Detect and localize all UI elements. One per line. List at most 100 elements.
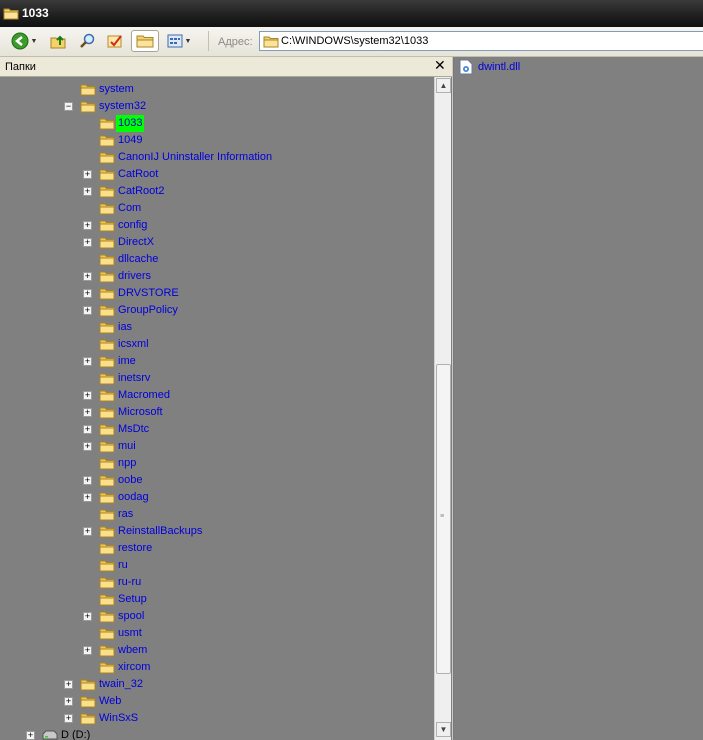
tree-item-label: WinSxS: [99, 712, 139, 724]
close-icon[interactable]: ✕: [434, 57, 446, 74]
tree-item[interactable]: icsxml: [0, 336, 430, 353]
tree-item[interactable]: + Microsoft: [0, 404, 430, 421]
drive-icon: [42, 729, 58, 740]
tree-item[interactable]: system: [0, 81, 430, 98]
tree-item-label: Web: [99, 695, 122, 707]
tree-item-label: ras: [118, 508, 134, 520]
vertical-scrollbar[interactable]: ▲ ≡ ▼: [434, 77, 451, 740]
expand-icon[interactable]: +: [83, 357, 92, 366]
tree-item[interactable]: + mui: [0, 438, 430, 455]
expand-icon[interactable]: +: [83, 272, 92, 281]
tree-item[interactable]: + oodag: [0, 489, 430, 506]
expand-icon[interactable]: +: [83, 238, 92, 247]
back-button[interactable]: ▼: [5, 30, 43, 52]
address-bar[interactable]: C:\WINDOWS\system32\1033: [259, 31, 703, 51]
expand-icon[interactable]: +: [83, 306, 92, 315]
chevron-down-icon[interactable]: ▼: [31, 38, 38, 45]
up-folder-icon: [50, 35, 66, 49]
expand-icon[interactable]: +: [83, 476, 92, 485]
chevron-down-icon[interactable]: ▼: [185, 38, 192, 45]
scroll-up-button[interactable]: ▲: [436, 78, 451, 93]
expand-icon[interactable]: +: [83, 187, 92, 196]
tree-item[interactable]: Com: [0, 200, 430, 217]
folders-icon: [136, 35, 154, 48]
search-icon: [80, 33, 95, 48]
tree-item-label: Com: [118, 202, 142, 214]
tree-item[interactable]: ias: [0, 319, 430, 336]
tree-item-label: DirectX: [118, 236, 155, 248]
scroll-thumb[interactable]: ≡: [436, 364, 451, 674]
tree-item[interactable]: inetsrv: [0, 370, 430, 387]
tree-item[interactable]: + WinSxS: [0, 710, 430, 727]
tree-item[interactable]: ras: [0, 506, 430, 523]
address-input[interactable]: C:\WINDOWS\system32\1033: [281, 35, 428, 47]
tree-item[interactable]: + oobe: [0, 472, 430, 489]
tree-item[interactable]: + DirectX: [0, 234, 430, 251]
tree-item[interactable]: + GroupPolicy: [0, 302, 430, 319]
back-icon: [11, 32, 29, 50]
tree-item[interactable]: dllcache: [0, 251, 430, 268]
tree-item[interactable]: usmt: [0, 625, 430, 642]
expand-icon[interactable]: +: [64, 680, 73, 689]
tree-item-label: system: [99, 83, 134, 95]
folders-button[interactable]: [131, 30, 159, 52]
tree-item[interactable]: + spool: [0, 608, 430, 625]
file-list-pane: dwintl.dll: [454, 57, 703, 740]
tree-item[interactable]: restore: [0, 540, 430, 557]
tree-item[interactable]: + DRVSTORE: [0, 285, 430, 302]
folder-icon: [3, 6, 19, 23]
tree-item[interactable]: + ime: [0, 353, 430, 370]
tree-item[interactable]: npp: [0, 455, 430, 472]
tree-item-label: oobe: [118, 474, 143, 486]
scroll-down-button[interactable]: ▼: [436, 722, 451, 737]
expand-icon[interactable]: +: [26, 731, 35, 740]
dll-file-icon: [459, 59, 473, 75]
tree-item[interactable]: + wbem: [0, 642, 430, 659]
expand-icon[interactable]: +: [83, 408, 92, 417]
expand-icon[interactable]: +: [83, 391, 92, 400]
tree-item[interactable]: + MsDtc: [0, 421, 430, 438]
tree-item[interactable]: Setup: [0, 591, 430, 608]
folders-pane-title: Папки: [5, 61, 36, 73]
tree-item[interactable]: CanonIJ Uninstaller Information: [0, 149, 430, 166]
tree-item[interactable]: + D (D:): [0, 727, 430, 740]
tree-item-label: twain_32: [99, 678, 144, 690]
tree-item[interactable]: 1033: [0, 115, 430, 132]
expand-icon[interactable]: +: [83, 170, 92, 179]
expand-icon[interactable]: +: [83, 493, 92, 502]
collapse-icon[interactable]: −: [64, 102, 73, 111]
expand-icon[interactable]: +: [83, 425, 92, 434]
tree-item-label: MsDtc: [118, 423, 150, 435]
tree-item[interactable]: + Macromed: [0, 387, 430, 404]
tree-item[interactable]: 1049: [0, 132, 430, 149]
tree-item-label: icsxml: [118, 338, 149, 350]
views-button[interactable]: ▼: [163, 30, 195, 52]
tree-item-label: inetsrv: [118, 372, 151, 384]
tree-item[interactable]: + CatRoot: [0, 166, 430, 183]
search-button[interactable]: [77, 30, 99, 52]
expand-icon[interactable]: +: [83, 221, 92, 230]
tree-item[interactable]: + Web: [0, 693, 430, 710]
expand-icon[interactable]: +: [64, 714, 73, 723]
expand-icon[interactable]: +: [83, 612, 92, 621]
expand-icon[interactable]: +: [83, 442, 92, 451]
tree-item-label: oodag: [118, 491, 149, 503]
tree-item-label: ias: [118, 321, 133, 333]
favorites-button[interactable]: [104, 30, 126, 52]
tree-item[interactable]: xircom: [0, 659, 430, 676]
title-bar[interactable]: 1033: [0, 0, 703, 27]
expand-icon[interactable]: +: [64, 697, 73, 706]
expand-icon[interactable]: +: [83, 289, 92, 298]
tree-item[interactable]: ru-ru: [0, 574, 430, 591]
tree-item-label: ime: [118, 355, 136, 367]
up-folder-button[interactable]: [47, 30, 69, 52]
tree-item[interactable]: + ReinstallBackups: [0, 523, 430, 540]
tree-item[interactable]: + twain_32: [0, 676, 430, 693]
expand-icon[interactable]: +: [83, 646, 92, 655]
tree-item[interactable]: + CatRoot2: [0, 183, 430, 200]
tree-item[interactable]: − system32: [0, 98, 430, 115]
expand-icon[interactable]: +: [83, 527, 92, 536]
tree-item[interactable]: + config: [0, 217, 430, 234]
tree-item[interactable]: + drivers: [0, 268, 430, 285]
tree-item[interactable]: ru: [0, 557, 430, 574]
